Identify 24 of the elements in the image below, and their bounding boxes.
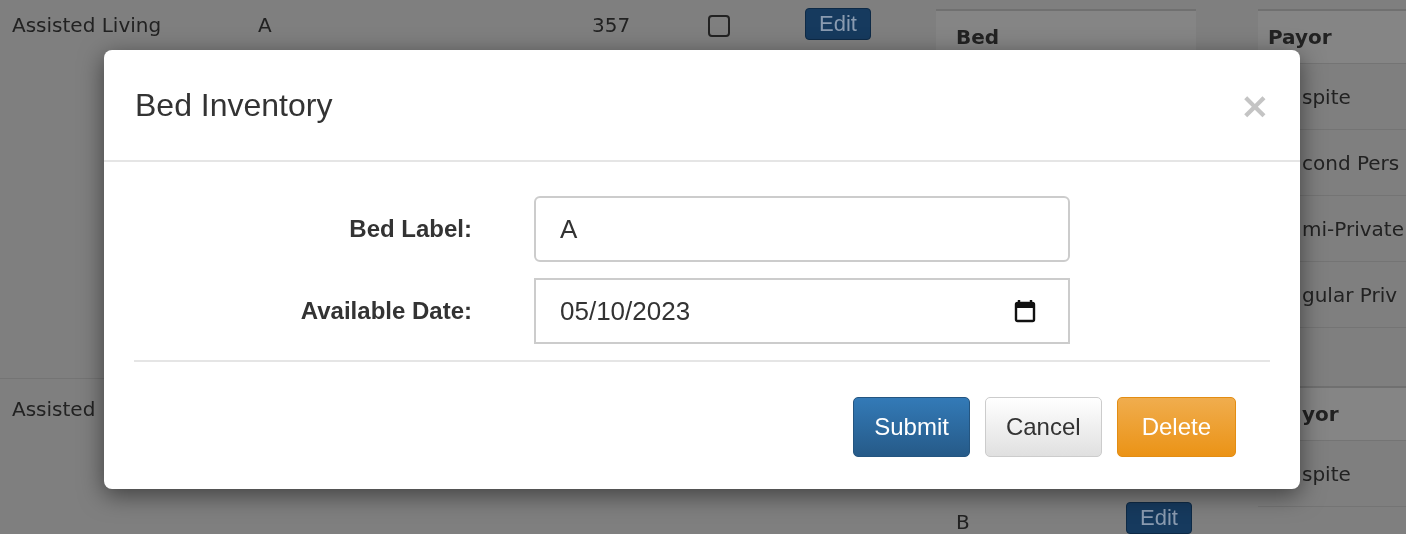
table-cell-text: A bbox=[258, 13, 273, 37]
date-field[interactable]: 05/10/2023 bbox=[534, 278, 1070, 344]
calendar-icon[interactable] bbox=[1014, 299, 1036, 323]
field-label: Available Date: bbox=[299, 297, 472, 325]
edit-button[interactable]: Edit bbox=[1126, 502, 1192, 534]
date-value: 05/10/2023 bbox=[560, 295, 692, 327]
table-cell-text: Assisted bbox=[12, 397, 97, 421]
table-cell-text: 357 bbox=[592, 13, 632, 37]
table-cell-text: B bbox=[955, 510, 971, 534]
table-cell: mi-Private bbox=[1302, 216, 1404, 241]
table-cell: cond Pers bbox=[1302, 150, 1400, 175]
table-cell-text: Assisted Living bbox=[12, 13, 163, 37]
checkbox[interactable] bbox=[708, 15, 730, 37]
cancel-button[interactable]: Cancel bbox=[984, 397, 1102, 457]
table-cell: gular Priv bbox=[1302, 282, 1398, 307]
dialog-title: Bed Inventory bbox=[135, 86, 333, 124]
bed-label-field[interactable]: A bbox=[534, 196, 1070, 262]
submit-button[interactable]: Submit bbox=[853, 397, 970, 457]
edit-button[interactable]: Edit bbox=[805, 8, 871, 40]
table-cell: spite bbox=[1302, 461, 1351, 486]
column-header: yor bbox=[1302, 402, 1339, 426]
field-label: Bed Label: bbox=[348, 215, 472, 243]
table-cell: spite bbox=[1302, 84, 1351, 109]
column-header: Payor bbox=[1268, 25, 1332, 49]
